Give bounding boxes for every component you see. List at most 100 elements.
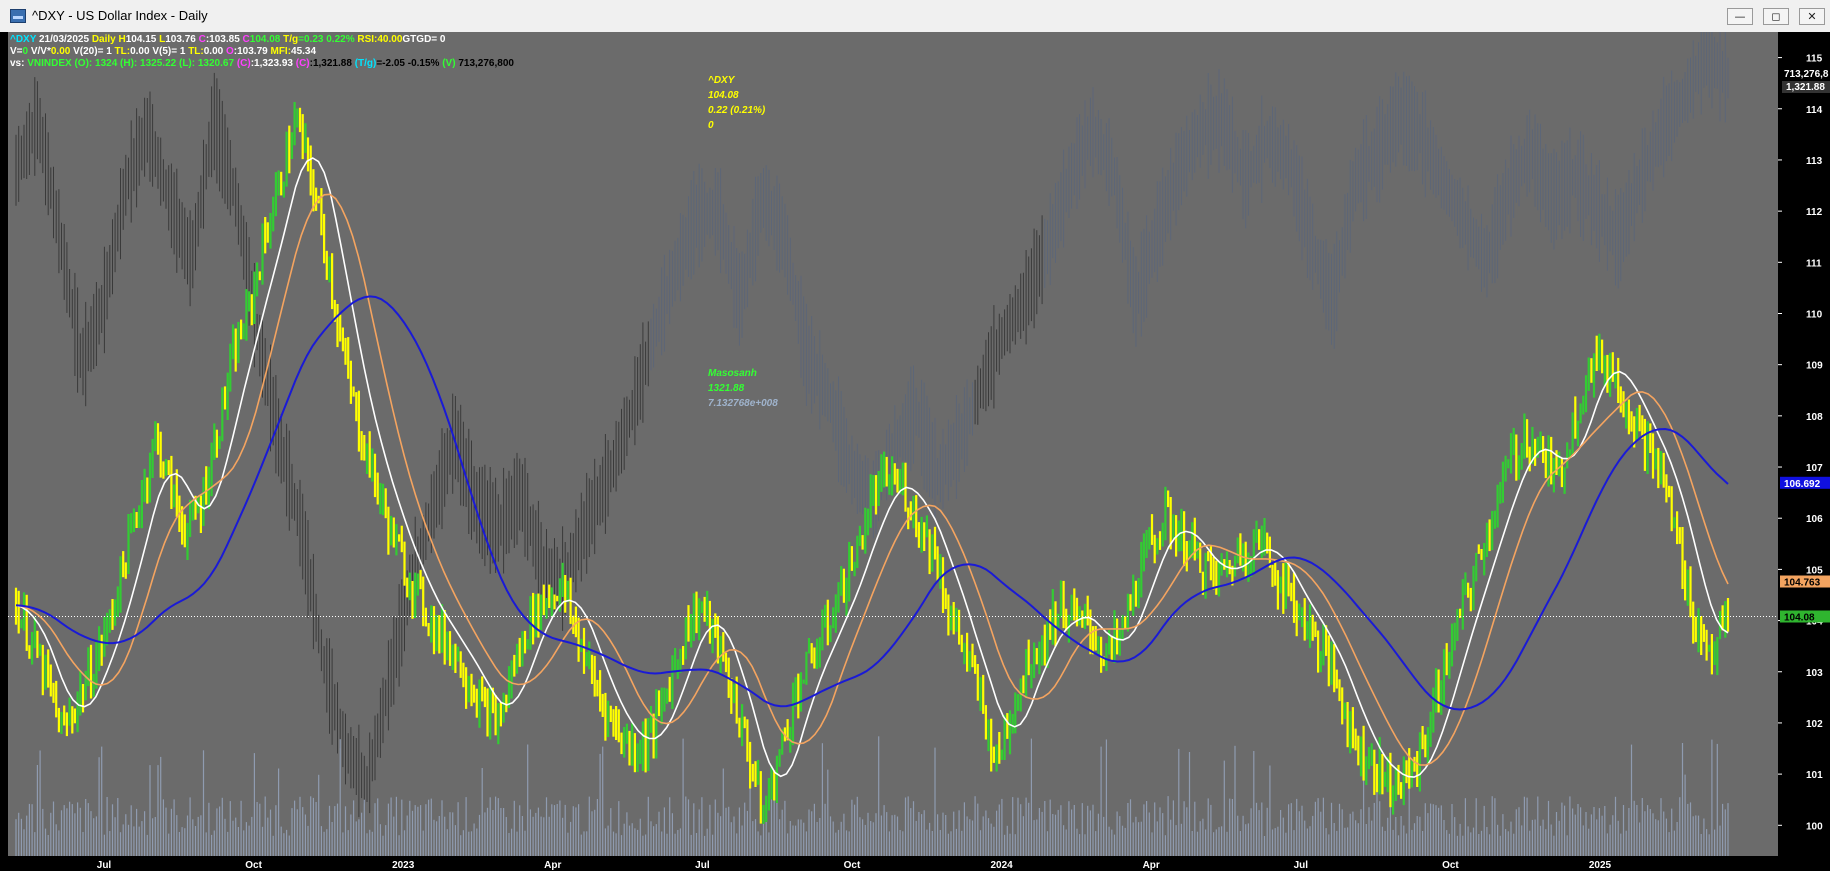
price-tick-label: 112	[1806, 207, 1823, 218]
header-line1-segment: GTGD	[402, 34, 432, 45]
time-tick-label: Apr	[544, 860, 561, 871]
header-line1-segment: = 0	[431, 34, 446, 45]
maximize-button[interactable]: ◻	[1763, 8, 1789, 25]
vnindex-annotation-close: 1321.88	[708, 383, 745, 394]
header-line3-segment: (C)	[236, 58, 251, 69]
time-tick-label: 2023	[392, 860, 415, 871]
header-line3-segment: 1320.67	[197, 58, 237, 69]
header-line2-segment: 0	[22, 46, 31, 57]
header-line2-segment: O	[226, 46, 234, 57]
header-line2-segment: 1	[106, 46, 115, 57]
volume-histogram	[15, 736, 1729, 856]
header-line1-segment: C	[242, 34, 250, 45]
price-tick-label: 115	[1806, 54, 1823, 65]
price-tick-label: 106	[1806, 514, 1823, 525]
price-axis-ticks: 1001011021031041051061071081091101111121…	[1778, 54, 1823, 832]
header-line2-segment: 45.34	[291, 46, 317, 57]
header-line-1: ^DXY 21/03/2025 Daily H104.15 L103.76 C:…	[10, 34, 445, 45]
header-line3-segment: 1325.22	[140, 58, 179, 69]
header-line3-segment: (V)	[442, 58, 459, 69]
dxy-annotation-symbol: ^DXY	[708, 75, 736, 86]
time-tick-label: 2025	[1589, 860, 1612, 871]
header-line2-segment: 1	[179, 46, 189, 57]
price-badge-label: 104.08	[1784, 613, 1815, 624]
header-line1-segment: RSI:	[357, 34, 378, 45]
header-line1-segment: T/g	[283, 34, 299, 45]
header-line3-segment: (H):	[120, 58, 141, 69]
vnindex-series	[15, 32, 1729, 818]
time-axis: Jul Oct 2023 Apr Jul Oct 2024 Apr Jul Oct 2025	[0, 856, 1830, 871]
header-line1-segment: 104.15	[125, 34, 160, 45]
price-tick-label: 105	[1806, 565, 1823, 576]
header-line3-segment: 713,276,800	[458, 58, 514, 69]
header-line2-segment: TL:	[114, 46, 131, 57]
header-line2-segment: 0.00	[130, 46, 153, 57]
price-tick-label: 113	[1806, 156, 1823, 167]
header-line2-segment: V(20)=	[73, 46, 107, 57]
price-tick-label: 114	[1806, 105, 1823, 116]
minimize-button[interactable]: —	[1727, 8, 1753, 25]
price-tick-label: 109	[1806, 361, 1823, 372]
price-badge-label: 106.692	[1784, 479, 1821, 490]
dxy-annotation-change: 0.22 (0.21%)	[708, 105, 766, 116]
header-line3-segment: :1,321.88	[309, 58, 355, 69]
vnindex-annotation-volume: 7.132768e+008	[708, 398, 778, 409]
header-line3-segment: (L):	[178, 58, 198, 69]
window-title: ^DXY - US Dollar Index - Daily	[32, 8, 208, 23]
price-badges: 104.763 106.692 104.08	[1780, 476, 1830, 624]
vnindex-annotation: Masosanh 1321.88 7.132768e+008	[708, 368, 778, 409]
header-line3-segment: :1,323.93	[250, 58, 296, 69]
header-line-2: V=0 V/V*0.00 V(20)= 1 TL:0.00 V(5)= 1 TL…	[10, 46, 316, 57]
header-line3-segment: (C)	[295, 58, 310, 69]
price-tick-label: 107	[1806, 463, 1823, 474]
time-tick-label: Oct	[245, 860, 262, 871]
axis-volume-readout: 713,276,8	[1784, 69, 1829, 80]
header-line3-segment: (O):	[74, 58, 96, 69]
left-border	[0, 32, 8, 856]
header-line3-segment: (T/g)	[354, 58, 377, 69]
header-line2-segment: V/V*	[30, 46, 51, 57]
header-line1-segment: =0.23 0.22%	[298, 34, 358, 45]
title-bar: ^DXY - US Dollar Index - Daily — ◻ ✕	[0, 0, 1830, 33]
time-axis-ticks: Jul Oct 2023 Apr Jul Oct 2024 Apr Jul Oct 2025	[97, 860, 1612, 871]
price-tick-label: 111	[1806, 258, 1822, 269]
header-line3-segment: vs:	[10, 58, 28, 69]
dxy-annotation-close: 104.08	[708, 90, 739, 101]
close-button[interactable]: ✕	[1799, 8, 1825, 25]
header-line1-segment: H	[118, 34, 126, 45]
header-line1-segment: 21/03/2025	[39, 34, 92, 45]
price-chart[interactable]: ^DXY 104.08 0.22 (0.21%) 0 Masosanh 1321…	[8, 32, 1778, 856]
time-tick-label: Oct	[1442, 860, 1459, 871]
chart-app-icon	[10, 9, 26, 23]
price-tick-label: 100	[1806, 821, 1823, 832]
dxy-annotation: ^DXY 104.08 0.22 (0.21%) 0	[708, 75, 766, 131]
header-line3-segment: VNINDEX	[27, 58, 75, 69]
price-tick-label: 108	[1806, 412, 1823, 423]
time-tick-label: Oct	[844, 860, 861, 871]
header-line2-segment: 0.00	[50, 46, 74, 57]
header-line1-segment: :103.85	[205, 34, 243, 45]
price-axis: 713,276,8 1,321.88 100101102103104105106…	[1778, 32, 1830, 856]
header-line1-segment: ^DXY	[10, 34, 39, 45]
header-line2-segment: :103.79	[233, 46, 271, 57]
price-badge-label: 104.763	[1784, 578, 1821, 589]
ma-blue-line	[15, 295, 1729, 711]
header-line3-segment: 1324	[95, 58, 121, 69]
header-line1-segment: 103.76	[165, 34, 199, 45]
header-line1-segment: 40.00	[377, 34, 403, 45]
header-line1-segment: Daily	[91, 34, 119, 45]
time-tick-label: Apr	[1143, 860, 1160, 871]
header-line2-segment: V=	[10, 46, 23, 57]
header-line3-segment: =-2.05 -0.15%	[376, 58, 443, 69]
axis-vnindex-readout: 1,321.88	[1786, 82, 1825, 93]
header-line2-segment: V(5)=	[152, 46, 180, 57]
dxy-annotation-volume: 0	[708, 120, 714, 131]
header-line-3: vs: VNINDEX (O): 1324 (H): 1325.22 (L): …	[10, 58, 514, 69]
price-tick-label: 110	[1806, 309, 1823, 320]
price-tick-label: 101	[1806, 770, 1823, 781]
price-tick-label: 102	[1806, 719, 1823, 730]
time-tick-label: 2024	[990, 860, 1013, 871]
vnindex-annotation-name: Masosanh	[708, 368, 757, 379]
header-line1-segment: C	[198, 34, 206, 45]
price-tick-label: 103	[1806, 668, 1823, 679]
